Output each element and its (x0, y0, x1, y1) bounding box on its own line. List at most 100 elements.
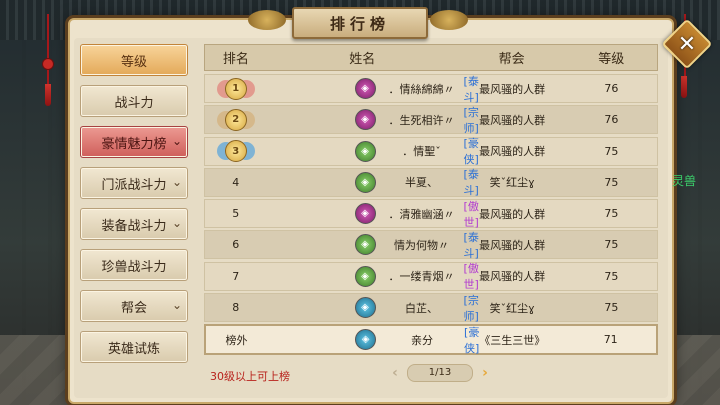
sidebar-item-label: 帮会 (120, 300, 147, 316)
table-row[interactable]: 6 ◈ 情为何物〃 [泰斗] 最风骚的人群 75 (204, 229, 658, 261)
sidebar-item-1[interactable]: 战斗力 (80, 85, 188, 117)
player-name: ．生死相许〃 (388, 113, 455, 127)
sidebar-item-label: 等级 (120, 54, 147, 70)
table-row[interactable]: 3 ◈ ．情聖ˇ [豪侠] 最风骚的人群 75 (204, 135, 658, 167)
level-cell: 75 (604, 207, 619, 221)
guild-cell: 最风骚的人群 (479, 207, 546, 221)
self-level: 71 (603, 333, 618, 347)
name-cell: ◈ 白芷、 [宗师] (267, 292, 479, 324)
avatar-icon: ◈ (354, 140, 376, 162)
rank-number: 4 (232, 175, 240, 189)
sidebar-item-0[interactable]: 等级 (80, 44, 188, 76)
dragon-ornament-left-icon (248, 10, 286, 30)
sidebar-item-5[interactable]: 珍兽战斗力 (80, 249, 188, 281)
rank-number: 8 (232, 301, 240, 315)
level-cell: 76 (604, 113, 619, 127)
rank-medal-icon: 2 (224, 108, 247, 131)
rank-requirement-hint: 30级以上可上榜 (210, 370, 290, 383)
rank-number: 7 (232, 269, 240, 283)
table-header: 排名 姓名 帮会 等级 (204, 44, 658, 71)
table-row[interactable]: 4 ◈ 半夏、 [泰斗] 笑ˇ红尘ɣ 75 (204, 166, 658, 198)
name-cell: ◈ ．生死相许〃 [宗师] (267, 104, 479, 136)
player-name: ．情聖ˇ (402, 145, 441, 159)
rank-cell: 4 (205, 176, 267, 189)
name-cell: ◈ ．清雅幽涵〃 [傲世] (267, 198, 479, 230)
level-cell: 76 (604, 82, 619, 95)
guild-cell: 最风骚的人群 (479, 82, 546, 96)
player-name: 白芷、 (405, 301, 439, 315)
rank-cell: 8 (205, 301, 267, 314)
self-avatar-icon: ◈ (355, 329, 377, 351)
sidebar-item-4[interactable]: 装备战斗力 ⌄ (80, 208, 188, 240)
sidebar-item-label: 装备战斗力 (101, 218, 167, 234)
player-name: ．一缕青烟〃 (388, 270, 455, 284)
rank-medal-icon: 3 (224, 140, 247, 163)
guild-cell: 最风骚的人群 (479, 270, 546, 284)
level-cell: 75 (604, 175, 619, 189)
guild-cell: 最风骚的人群 (479, 238, 546, 252)
rank-cell: 3 (205, 140, 267, 163)
dragon-ornament-right-icon (430, 10, 468, 30)
sidebar-item-6[interactable]: 帮会 ⌄ (80, 290, 188, 322)
self-rank-row[interactable]: 榜外 ◈ 亲分 [豪侠] 《三生三世》 71 (204, 324, 658, 356)
name-cell: ◈ 情为何物〃 [泰斗] (267, 229, 479, 261)
rank-number: 5 (232, 207, 240, 221)
window-title: 排行榜 (329, 14, 390, 33)
table-row[interactable]: 5 ◈ ．清雅幽涵〃 [傲世] 最风骚的人群 75 (204, 198, 658, 230)
avatar-icon: ◈ (354, 265, 376, 287)
next-page-button[interactable]: › (476, 364, 494, 382)
table-row[interactable]: 8 ◈ 白芷、 [宗师] 笑ˇ红尘ɣ 75 (204, 292, 658, 324)
sidebar-item-label: 珍兽战斗力 (101, 259, 167, 275)
chevron-down-icon: ⌄ (171, 134, 182, 148)
sidebar-item-7[interactable]: 英雄试炼 (80, 331, 188, 363)
rank-cell: 2 (205, 108, 267, 131)
header-name: 姓名 (349, 52, 376, 67)
name-cell: ◈ 半夏、 [泰斗] (267, 166, 479, 198)
left-rope-knot (42, 58, 54, 70)
sidebar-item-label: 门派战斗力 (101, 177, 167, 193)
sidebar-item-label: 英雄试炼 (107, 341, 160, 357)
prev-page-button[interactable]: ‹ (386, 364, 404, 382)
self-guild: 《三生三世》 (479, 333, 546, 347)
avatar-icon: ◈ (354, 203, 376, 225)
background-npc-label: 灵兽 (672, 174, 697, 188)
level-cell: 75 (604, 301, 619, 315)
title-plate: 排行榜 (292, 7, 428, 39)
rank-cell: 7 (205, 270, 267, 283)
name-cell: ◈ ．情聖ˇ [豪侠] (267, 135, 479, 167)
table-row[interactable]: 7 ◈ ．一缕青烟〃 [傲世] 最风骚的人群 75 (204, 261, 658, 291)
avatar-icon: ◈ (354, 78, 376, 99)
avatar-icon: ◈ (354, 109, 376, 131)
guild-cell: 最风骚的人群 (479, 145, 546, 159)
rank-number: 6 (232, 238, 240, 252)
rank-medal-icon: 1 (224, 77, 247, 100)
player-name: ．清雅幽涵〃 (388, 207, 455, 221)
right-tassel (681, 76, 687, 98)
left-tassel (45, 84, 51, 106)
page-indicator: 1/13 (407, 364, 473, 382)
player-name: 半夏、 (405, 176, 439, 190)
chevron-down-icon: ⌄ (171, 175, 182, 189)
ranking-table: 排名 姓名 帮会 等级 1 ◈ ．情絲綿綿〃 [泰斗] 最风骚的人群 76 2 ◈ ．生死相许〃… (204, 44, 658, 358)
level-cell: 75 (604, 144, 619, 158)
sidebar-item-2[interactable]: 豪情魅力榜 ⌄ (80, 126, 188, 158)
avatar-icon: ◈ (354, 234, 376, 256)
level-cell: 75 (604, 238, 619, 252)
category-sidebar: 等级战斗力豪情魅力榜 ⌄ 门派战斗力 ⌄ 装备战斗力 ⌄ 珍兽战斗力帮会 ⌄ 英雄试炼 (80, 44, 188, 372)
chevron-down-icon: ⌄ (171, 298, 182, 312)
table-row[interactable]: 2 ◈ ．生死相许〃 [宗师] 最风骚的人群 76 (204, 104, 658, 136)
sidebar-item-3[interactable]: 门派战斗力 ⌄ (80, 167, 188, 199)
guild-cell: 笑ˇ红尘ɣ (489, 301, 535, 315)
pager: ‹ 1/13 › (386, 364, 494, 382)
level-cell: 75 (604, 269, 619, 283)
table-body: 1 ◈ ．情絲綿綿〃 [泰斗] 最风骚的人群 76 2 ◈ ．生死相许〃 [宗师] 最风骚的人群 76… (204, 74, 658, 324)
guild-cell: 笑ˇ红尘ɣ (489, 176, 535, 190)
self-rank: 榜外 (225, 333, 248, 347)
header-guild: 帮会 (498, 52, 525, 67)
table-row[interactable]: 1 ◈ ．情絲綿綿〃 [泰斗] 最风骚的人群 76 (204, 74, 658, 104)
chevron-down-icon: ⌄ (171, 216, 182, 230)
header-level: 等级 (598, 52, 625, 67)
close-icon: ✕ (677, 31, 697, 57)
player-name: 情为何物〃 (394, 238, 450, 252)
header-rank: 排名 (222, 52, 249, 67)
